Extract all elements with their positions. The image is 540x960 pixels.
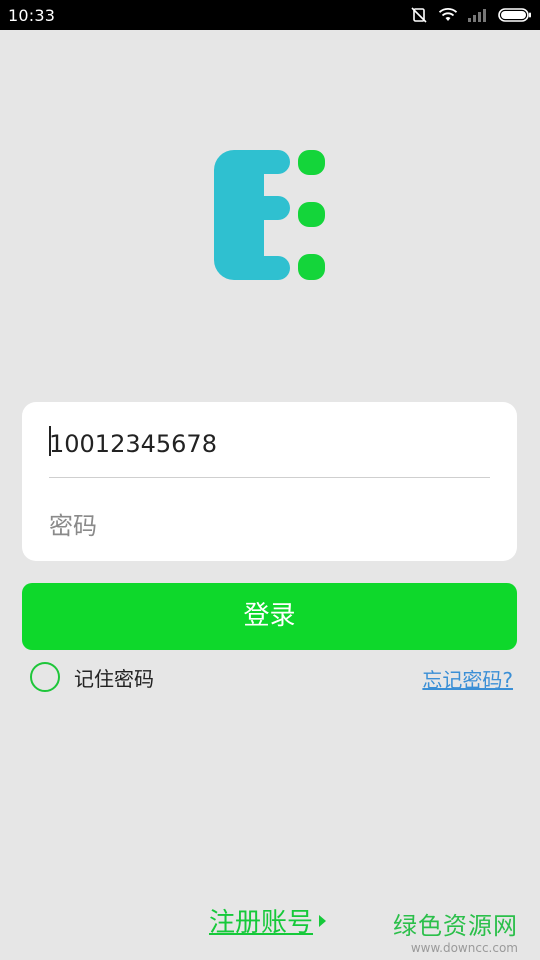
login-button[interactable]: 登录 [22,583,517,650]
status-bar: 10:33 [0,0,540,30]
field-divider [49,477,490,478]
battery-icon [498,8,531,22]
arrow-right-icon [319,914,327,927]
vibrate-off-icon [411,7,427,23]
phone-input[interactable]: 10012345678 [49,424,490,464]
register-link[interactable]: 注册账号 [209,902,327,939]
logo-dot-middle [298,202,325,227]
password-input[interactable]: 密码 [49,506,490,546]
logo-dot-top [298,150,325,175]
watermark: 绿色资源网 www.downcc.com [393,906,518,955]
watermark-url: www.downcc.com [410,941,518,955]
remember-password[interactable]: 记住密码 [30,661,154,693]
forgot-password-link[interactable]: 忘记密码? [422,664,513,693]
app-logo [214,150,325,280]
login-card: 10012345678 密码 [22,402,517,561]
wifi-icon [438,8,458,21]
remember-radio[interactable] [30,662,60,692]
status-time: 10:33 [8,5,56,25]
watermark-title: 绿色资源网 [393,912,518,940]
logo-letter-e [214,150,290,280]
logo-dot-bottom [298,254,325,280]
status-icons [410,6,532,24]
remember-label: 记住密码 [74,666,154,691]
text-caret [49,426,51,456]
signal-icon [468,9,486,22]
register-label[interactable]: 注册账号 [209,902,313,939]
